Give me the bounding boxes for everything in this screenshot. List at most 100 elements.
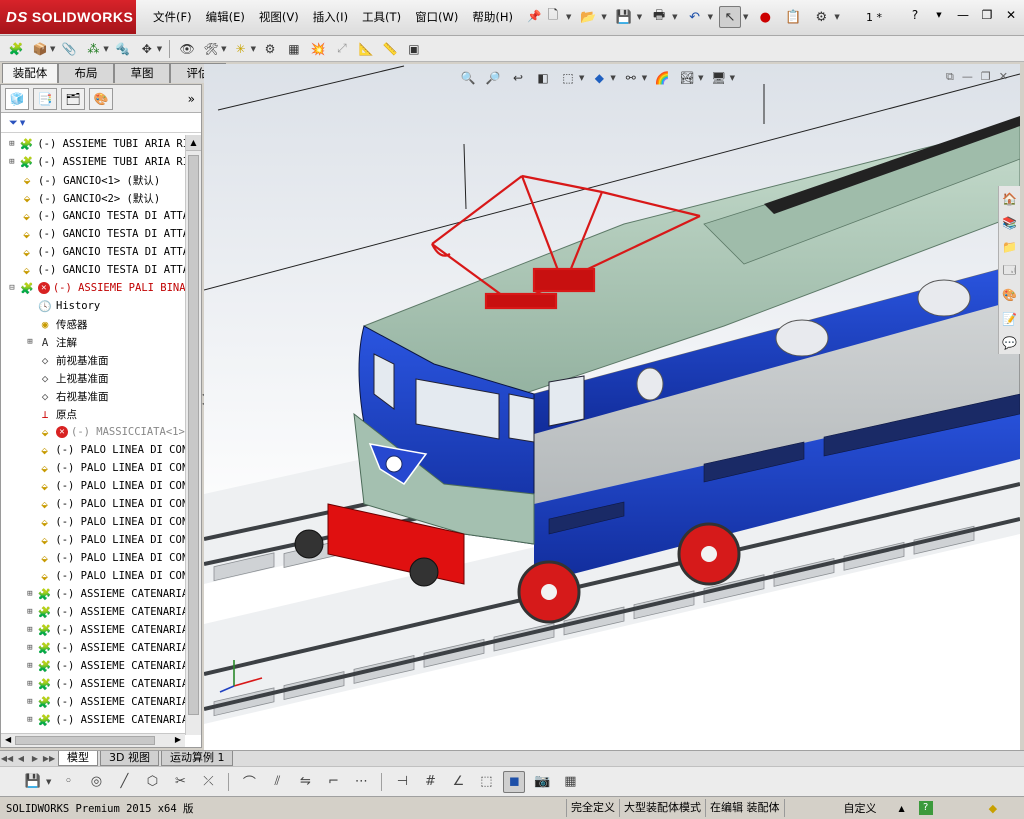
expand-icon[interactable]: ⊞: [25, 661, 35, 671]
tree-item[interactable]: ⊞ 🧩 (-) ASSIEME CATENARIA: [1, 603, 185, 621]
open-dropdown-icon[interactable]: ▼: [601, 13, 606, 21]
mirror-icon[interactable]: ⇋: [294, 771, 316, 793]
expand-icon[interactable]: ⊞: [25, 589, 35, 599]
tree-item[interactable]: ⬙ (-) PALO LINEA DI CON: [1, 531, 185, 549]
instant3d-icon[interactable]: ▣: [404, 39, 424, 59]
custom-properties-icon[interactable]: 📝: [999, 308, 1020, 330]
select-pointer-icon[interactable]: ↖: [718, 6, 741, 28]
tree-item[interactable]: ⊞ A 注解: [1, 333, 185, 351]
expand-icon[interactable]: ⊞: [25, 697, 35, 707]
collapse-icon[interactable]: ⊟: [7, 283, 17, 293]
tree-item[interactable]: ◇ 前视基准面: [1, 351, 185, 369]
tree-item[interactable]: ⬙ (-) GANCIO<2> (默认): [1, 189, 185, 207]
shaded-view-icon[interactable]: ◼: [503, 770, 526, 793]
new-motion-study-icon[interactable]: ⚙: [260, 39, 280, 59]
property-manager-tab-icon[interactable]: 📑: [33, 87, 57, 110]
tree-item[interactable]: ⬙ (-) PALO LINEA DI CON: [1, 513, 185, 531]
dynamic-annotation-icon[interactable]: ⬚: [558, 68, 578, 88]
appearances-scenes-icon[interactable]: 🎨: [999, 284, 1020, 306]
viewport-minimize-icon[interactable]: —: [962, 70, 973, 84]
tree-item[interactable]: ⬙ (-) GANCIO TESTA DI ATTA: [1, 261, 185, 279]
table-icon[interactable]: ▦: [559, 771, 581, 793]
save-dropdown-icon[interactable]: ▼: [637, 13, 642, 21]
point-icon[interactable]: ◦: [57, 771, 79, 793]
tab-next-icon[interactable]: ▶: [28, 754, 42, 763]
move-dropdown-icon[interactable]: ▼: [157, 45, 162, 53]
open-folder-icon[interactable]: 📂: [577, 6, 599, 28]
save-motion-icon[interactable]: 💾: [22, 771, 44, 793]
expand-icon[interactable]: ⊞: [25, 625, 35, 635]
new-part-dropdown-icon[interactable]: ▼: [50, 45, 55, 53]
offset-icon[interactable]: ⫽: [266, 771, 288, 793]
features-dropdown-icon[interactable]: ▼: [221, 45, 226, 53]
construction-geometry-icon[interactable]: ⋯: [350, 771, 372, 793]
polygon-icon[interactable]: ⬡: [141, 771, 163, 793]
new-part-icon[interactable]: 📦: [30, 39, 50, 59]
interference-detection-icon[interactable]: 📐: [356, 39, 376, 59]
display-style-icon[interactable]: ⚯: [621, 68, 641, 88]
tab-sketch[interactable]: 草图: [114, 63, 170, 83]
tree-item[interactable]: ⬙ (-) PALO LINEA DI CON: [1, 567, 185, 585]
tree-item[interactable]: ⊥ 原点: [1, 405, 185, 423]
tab-last-icon[interactable]: ▶▶: [42, 754, 56, 763]
section-view-icon[interactable]: ◧: [533, 68, 553, 88]
tree-item[interactable]: ⬙ (-) GANCIO<1> (默认): [1, 171, 185, 189]
angle-icon[interactable]: ∠: [447, 771, 469, 793]
units-dropdown-icon[interactable]: ▲: [899, 804, 905, 813]
viewport-close-icon[interactable]: ✕: [999, 70, 1008, 84]
move-component-icon[interactable]: ✥: [137, 39, 157, 59]
undo-dropdown-icon[interactable]: ▼: [708, 13, 713, 21]
file-properties-icon[interactable]: 📋: [782, 6, 804, 28]
expand-panel-icon[interactable]: »: [188, 92, 195, 106]
tree-item[interactable]: ⊞ 🧩 (-) ASSIEME CATENARIA: [1, 693, 185, 711]
bill-of-materials-icon[interactable]: ▦: [284, 39, 304, 59]
menu-insert[interactable]: 插入(I): [306, 9, 355, 25]
tree-item[interactable]: ⬙ (-) PALO LINEA DI CON: [1, 495, 185, 513]
view-palette-icon[interactable]: 🗔: [999, 260, 1020, 282]
menu-edit[interactable]: 编辑(E): [199, 9, 252, 25]
help-icon[interactable]: ?: [906, 8, 924, 22]
previous-view-icon[interactable]: ↩: [508, 68, 528, 88]
save-motion-dropdown-icon[interactable]: ▼: [46, 778, 51, 786]
tab-assembly[interactable]: 装配体: [2, 63, 58, 83]
view-orientation-icon[interactable]: ◆: [589, 68, 609, 88]
tree-item[interactable]: 🕓 History: [1, 297, 185, 315]
file-explorer-icon[interactable]: 📁: [999, 236, 1020, 258]
tree-vertical-scrollbar[interactable]: ▲: [185, 135, 201, 735]
linear-pattern-icon[interactable]: ⁂: [83, 39, 103, 59]
help-dropdown-icon[interactable]: ▼: [930, 11, 948, 19]
circle-icon[interactable]: ◎: [85, 771, 107, 793]
close-icon[interactable]: ✕: [1002, 8, 1020, 22]
undo-icon[interactable]: ↶: [684, 6, 706, 28]
quick-tips-help-icon[interactable]: ?: [918, 801, 933, 815]
tree-item[interactable]: ⬙ (-) GANCIO TESTA DI ATTA: [1, 225, 185, 243]
design-library-icon[interactable]: 📚: [999, 212, 1020, 234]
display-manager-tab-icon[interactable]: 🎨: [89, 87, 113, 110]
tab-3d-views[interactable]: 3D 视图: [100, 751, 159, 766]
show-hidden-components-icon[interactable]: 👁: [177, 39, 197, 59]
expand-icon[interactable]: ⊞: [25, 337, 35, 347]
select-dropdown-icon[interactable]: ▼: [743, 13, 748, 21]
save-icon[interactable]: 💾: [613, 6, 635, 28]
zoom-to-fit-icon[interactable]: 🔍: [458, 68, 478, 88]
corner-rectangle-icon[interactable]: ⌐: [322, 771, 344, 793]
clearance-verification-icon[interactable]: 📏: [380, 39, 400, 59]
tree-item[interactable]: ⊞ 🧩 (-) ASSIEME CATENARIA: [1, 657, 185, 675]
3d-sketch-icon[interactable]: ⬚: [475, 771, 497, 793]
insert-component-icon[interactable]: 🧩: [6, 39, 26, 59]
smart-fasteners-icon[interactable]: 🔩: [113, 39, 133, 59]
refgeom-dropdown-icon[interactable]: ▼: [251, 45, 256, 53]
options-icon[interactable]: ⚙: [810, 6, 832, 28]
options-dropdown-icon[interactable]: ▼: [834, 13, 839, 21]
menu-view[interactable]: 视图(V): [252, 9, 306, 25]
tree-item[interactable]: ⬙ (-) PALO LINEA DI CON: [1, 459, 185, 477]
apply-scene-icon[interactable]: 🏞: [677, 68, 697, 88]
scroll-right-icon[interactable]: ▶: [175, 735, 181, 744]
h-scroll-thumb[interactable]: [15, 736, 155, 745]
tree-item[interactable]: ⊞ 🧩 (-) ASSIEME CATENARIA: [1, 711, 185, 729]
tree-item[interactable]: ⊞ 🧩 (-) ASSIEME CATENARIA: [1, 675, 185, 693]
pattern-dropdown-icon[interactable]: ▼: [103, 45, 108, 53]
menu-file[interactable]: 文件(F): [146, 9, 199, 25]
settings-dropdown-icon[interactable]: ▼: [730, 74, 735, 82]
assembly-features-icon[interactable]: 🛠: [201, 39, 221, 59]
